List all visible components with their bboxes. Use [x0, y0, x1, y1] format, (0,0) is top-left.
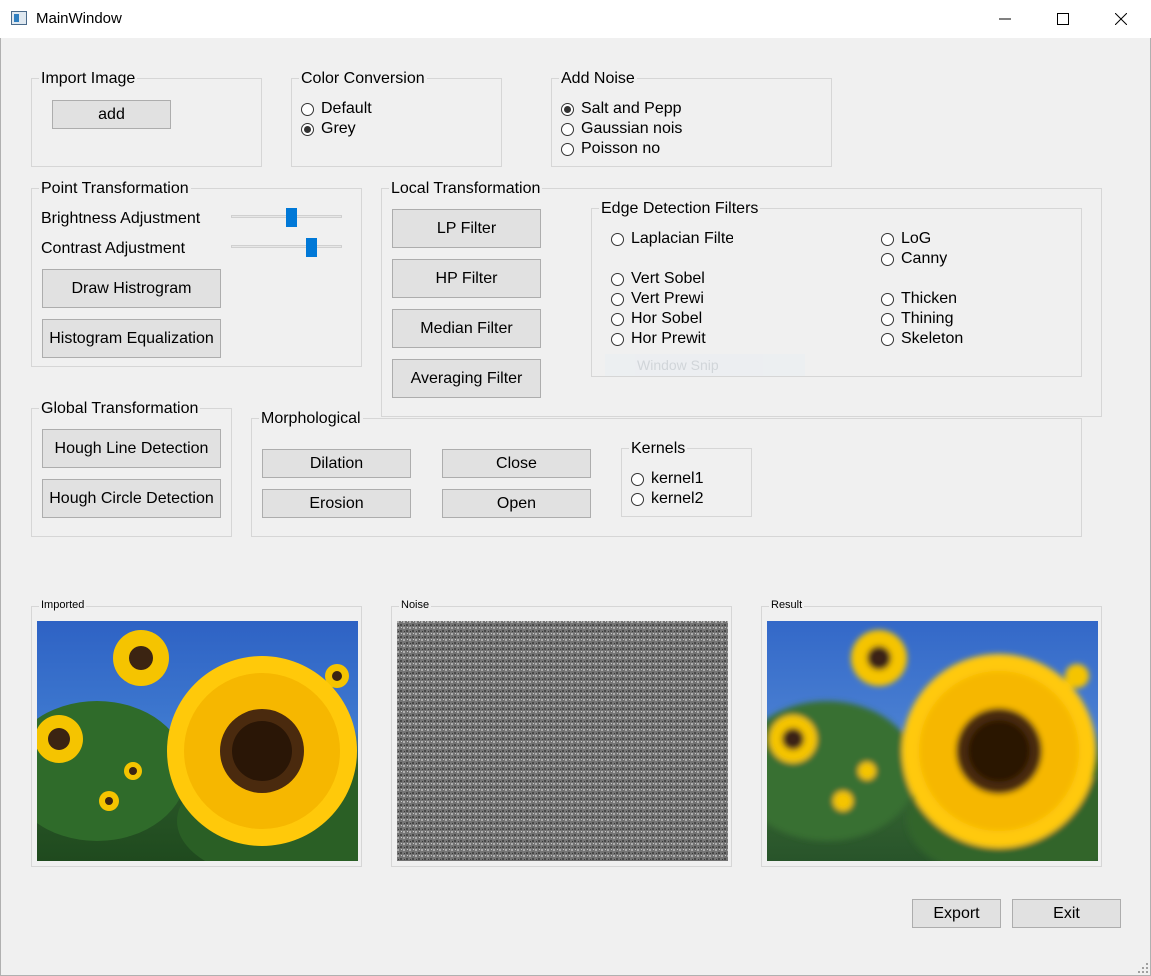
radio-kernel2[interactable]: kernel2: [631, 489, 703, 509]
averaging-filter-button[interactable]: Averaging Filter: [392, 359, 541, 398]
radio-thicken-indicator: [881, 292, 894, 306]
radio-hor-sobel[interactable]: Hor Sobel: [611, 309, 711, 329]
radio-salt-pepper[interactable]: Salt and Pepp: [561, 99, 683, 119]
radio-kernel2-label: kernel2: [651, 490, 704, 507]
result-image: [767, 621, 1098, 861]
hough-line-button[interactable]: Hough Line Detection: [42, 429, 221, 468]
radio-vert-prewitt[interactable]: Vert Prewi: [611, 289, 711, 309]
radio-grey[interactable]: Grey: [301, 119, 356, 139]
radio-hor-prewitt-indicator: [611, 332, 624, 346]
close-icon: [1115, 13, 1127, 25]
radio-laplacian-indicator: [611, 232, 624, 246]
radio-laplacian[interactable]: Laplacian Filte: [611, 229, 733, 249]
contrast-slider-track[interactable]: [231, 245, 342, 248]
app-icon: [11, 11, 27, 25]
radio-hor-prewitt[interactable]: Hor Prewit: [611, 329, 711, 349]
radio-gaussian[interactable]: Gaussian nois: [561, 119, 683, 139]
exit-button[interactable]: Exit: [1012, 899, 1121, 928]
hp-filter-button[interactable]: HP Filter: [392, 259, 541, 298]
radio-canny-indicator: [881, 252, 894, 266]
imported-panel-title: Imported: [39, 599, 87, 611]
color-conversion-title: Color Conversion: [299, 70, 427, 88]
maximize-button[interactable]: [1034, 0, 1092, 38]
radio-vert-sobel-indicator: [611, 272, 624, 286]
brightness-label: Brightness Adjustment: [41, 210, 201, 227]
edge-detection-title: Edge Detection Filters: [599, 200, 761, 218]
radio-skeleton-label: Skeleton: [901, 330, 964, 347]
radio-thicken-label: Thicken: [901, 290, 958, 307]
radio-poisson-label: Poisson no: [581, 140, 661, 157]
import-image-title: Import Image: [39, 70, 138, 88]
radio-kernel2-indicator: [631, 492, 644, 506]
morphological-title: Morphological: [259, 410, 363, 428]
radio-vert-sobel-label: Vert Sobel: [631, 270, 705, 287]
radio-salt-pepper-indicator: [561, 102, 574, 116]
point-transformation-title: Point Transformation: [39, 180, 191, 198]
radio-laplacian-label: Laplacian Filte: [631, 230, 733, 247]
kernels-title: Kernels: [629, 440, 688, 458]
median-filter-button[interactable]: Median Filter: [392, 309, 541, 348]
window-title: MainWindow: [36, 10, 122, 27]
radio-kernel1[interactable]: kernel1: [631, 469, 703, 489]
erosion-button[interactable]: Erosion: [262, 489, 411, 518]
export-button[interactable]: Export: [912, 899, 1001, 928]
minimize-icon: [999, 18, 1011, 20]
hough-circle-button[interactable]: Hough Circle Detection: [42, 479, 221, 518]
radio-grey-label: Grey: [321, 120, 356, 137]
add-button[interactable]: add: [52, 100, 171, 129]
radio-thining-indicator: [881, 312, 894, 326]
draw-histogram-button[interactable]: Draw Histrogram: [42, 269, 221, 308]
radio-vert-prewitt-label: Vert Prewi: [631, 290, 704, 307]
dilation-button[interactable]: Dilation: [262, 449, 411, 478]
radio-gaussian-label: Gaussian nois: [581, 120, 683, 137]
radio-vert-prewitt-indicator: [611, 292, 624, 306]
radio-hor-prewitt-label: Hor Prewit: [631, 330, 706, 347]
radio-default-label: Default: [321, 100, 372, 117]
close-button[interactable]: [1092, 0, 1150, 38]
lp-filter-button[interactable]: LP Filter: [392, 209, 541, 248]
contrast-label: Contrast Adjustment: [41, 240, 186, 257]
noise-image: [397, 621, 728, 861]
radio-log-indicator: [881, 232, 894, 246]
window-snip-ghost: Window Snip: [605, 354, 805, 376]
result-panel-title: Result: [769, 599, 805, 611]
noise-panel-title: Noise: [399, 599, 432, 611]
radio-grey-indicator: [301, 122, 314, 136]
imported-image: [37, 621, 358, 861]
radio-hor-sobel-label: Hor Sobel: [631, 310, 703, 327]
radio-kernel1-label: kernel1: [651, 470, 704, 487]
minimize-button[interactable]: [976, 0, 1034, 38]
radio-gaussian-indicator: [561, 122, 574, 136]
radio-hor-sobel-indicator: [611, 312, 624, 326]
local-transformation-title: Local Transformation: [389, 180, 543, 198]
radio-skeleton[interactable]: Skeleton: [881, 329, 963, 349]
radio-thining-label: Thining: [901, 310, 954, 327]
radio-default[interactable]: Default: [301, 99, 372, 119]
radio-canny[interactable]: Canny: [881, 249, 947, 269]
close-morph-button[interactable]: Close: [442, 449, 591, 478]
radio-default-indicator: [301, 102, 314, 116]
open-button[interactable]: Open: [442, 489, 591, 518]
radio-skeleton-indicator: [881, 332, 894, 346]
radio-vert-sobel[interactable]: Vert Sobel: [611, 269, 733, 289]
radio-log[interactable]: LoG: [881, 229, 931, 249]
title-bar: MainWindow: [0, 0, 1151, 38]
radio-canny-label: Canny: [901, 250, 948, 267]
radio-poisson-indicator: [561, 142, 574, 156]
radio-thining[interactable]: Thining: [881, 309, 953, 329]
radio-log-label: LoG: [901, 230, 932, 247]
radio-kernel1-indicator: [631, 472, 644, 486]
radio-poisson[interactable]: Poisson no: [561, 139, 683, 159]
radio-thicken[interactable]: Thicken: [881, 289, 957, 309]
resize-grip-icon[interactable]: [1138, 963, 1148, 973]
brightness-slider-handle[interactable]: [286, 208, 297, 227]
add-noise-title: Add Noise: [559, 70, 637, 88]
contrast-slider-handle[interactable]: [306, 238, 317, 257]
maximize-icon: [1057, 13, 1069, 25]
histogram-equalization-button[interactable]: Histogram Equalization: [42, 319, 221, 358]
global-transformation-title: Global Transformation: [39, 400, 201, 418]
radio-salt-pepper-label: Salt and Pepp: [581, 100, 682, 117]
